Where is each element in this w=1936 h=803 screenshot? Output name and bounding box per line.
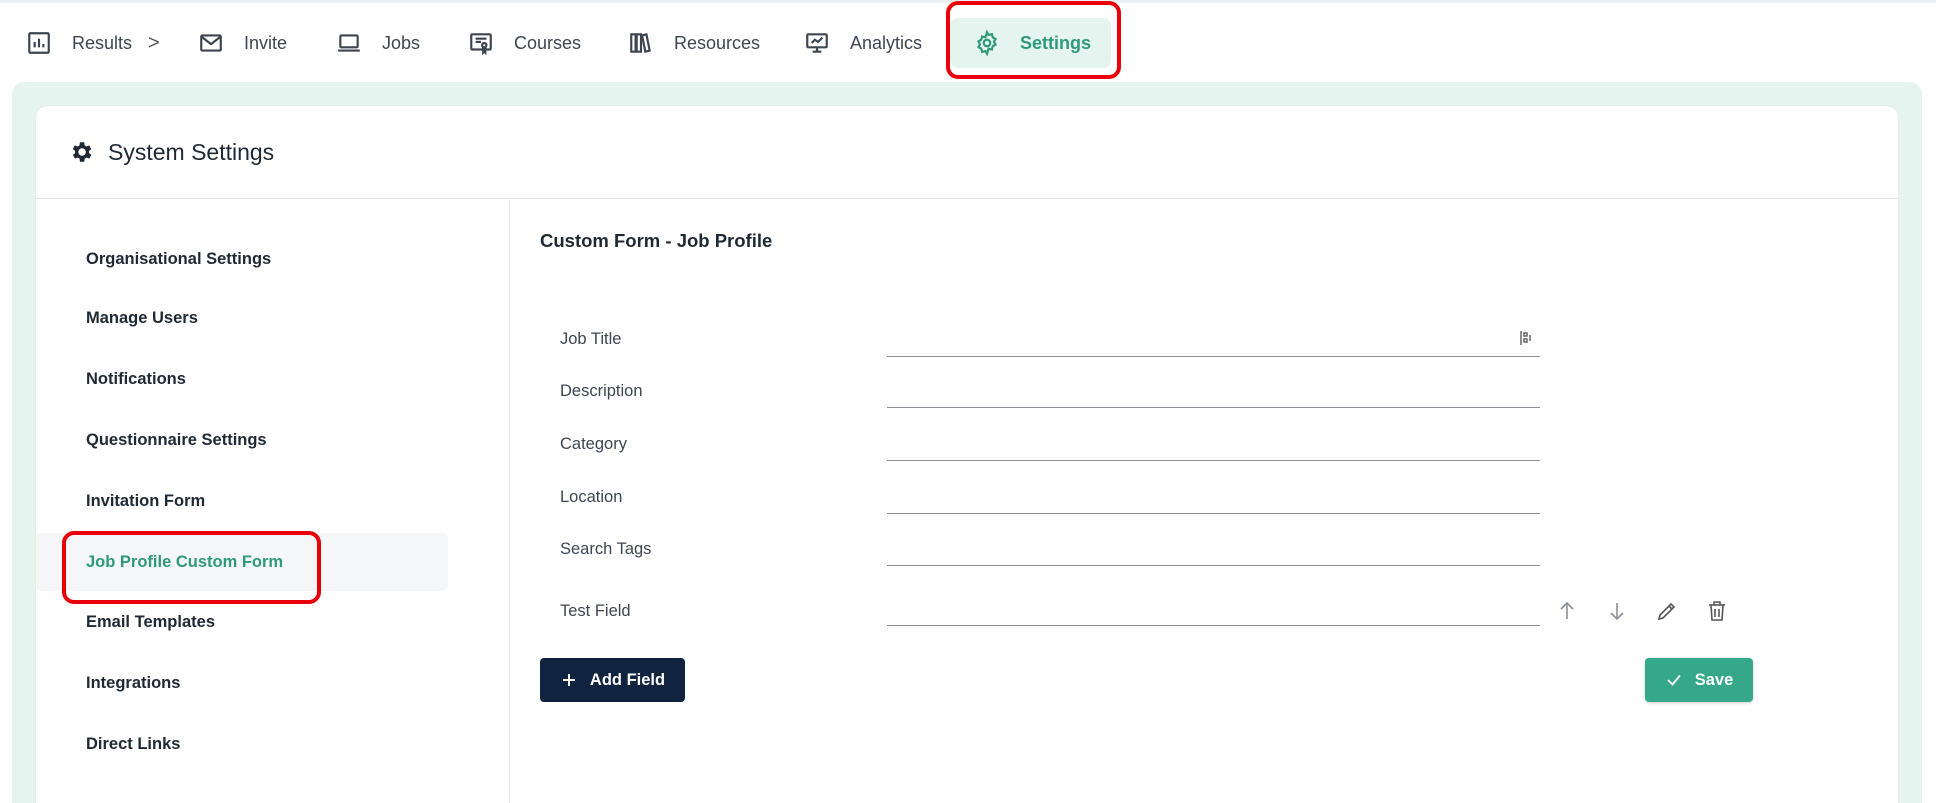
arrow-down-icon: [1610, 603, 1624, 621]
sidebar-item-label: Questionnaire Settings: [86, 430, 267, 449]
form-title: Custom Form - Job Profile: [540, 230, 773, 251]
add-field-button[interactable]: Add Field: [540, 658, 685, 702]
nav-item-resources[interactable]: Resources: [628, 18, 760, 68]
category-input[interactable]: [887, 431, 1540, 461]
settings-sidebar: Organisational Settings Manage Users Not…: [36, 200, 510, 803]
nav-item-invite[interactable]: Invite: [198, 18, 287, 68]
nav-item-jobs[interactable]: Jobs: [336, 18, 420, 68]
add-field-label: Add Field: [589, 670, 666, 689]
top-navigation: Results > Invite Jobs Courses Resources …: [0, 3, 1936, 81]
sidebar-item-invitation-form[interactable]: Invitation Form: [36, 472, 448, 530]
move-down-button[interactable]: [1602, 596, 1632, 626]
edit-field-button[interactable]: [1652, 596, 1682, 626]
certificate-icon: [470, 33, 492, 56]
job-title-input[interactable]: [887, 327, 1540, 357]
gear-icon: [976, 30, 998, 56]
nav-item-label: Courses: [514, 32, 582, 53]
sidebar-item-notifications[interactable]: Notifications: [36, 350, 448, 408]
sidebar-item-label: Integrations: [86, 673, 181, 692]
books-icon: [630, 33, 651, 53]
sidebar-item-email-templates[interactable]: Email Templates: [36, 593, 448, 651]
nav-item-courses[interactable]: Courses: [468, 18, 581, 68]
field-label-description: Description: [560, 382, 643, 400]
laptop-icon: [338, 34, 360, 52]
page-title: System Settings: [108, 138, 275, 165]
checkmark-icon: [1667, 674, 1681, 686]
sidebar-item-label: Direct Links: [86, 734, 181, 753]
mail-icon: [200, 34, 222, 52]
field-options-icon[interactable]: [1518, 328, 1534, 348]
sidebar-item-questionnaire-settings[interactable]: Questionnaire Settings: [36, 411, 448, 469]
test-field-actions: [1552, 596, 1752, 626]
nav-item-analytics[interactable]: Analytics: [804, 18, 922, 68]
nav-item-label: Resources: [674, 32, 761, 53]
field-label-location: Location: [560, 488, 623, 506]
delete-field-button[interactable]: [1702, 596, 1732, 626]
presentation-chart-icon: [806, 33, 828, 53]
location-input[interactable]: [887, 484, 1540, 514]
sidebar-item-label: Email Templates: [86, 612, 215, 631]
sidebar-item-integrations[interactable]: Integrations: [36, 654, 448, 712]
arrow-up-icon: [1560, 601, 1574, 619]
nav-item-label: Analytics: [850, 32, 923, 53]
sidebar-item-label: Manage Users: [86, 308, 198, 327]
sidebar-item-label: Invitation Form: [86, 491, 206, 510]
sidebar-item-label: Job Profile Custom Form: [86, 552, 284, 571]
pencil-icon: [1657, 602, 1676, 621]
sidebar-item-job-profile-custom-form[interactable]: Job Profile Custom Form: [36, 533, 448, 591]
nav-item-results[interactable]: Results >: [26, 18, 160, 68]
sidebar-item-organisational-settings[interactable]: Organisational Settings: [36, 230, 448, 288]
search-tags-input[interactable]: [887, 536, 1540, 566]
trash-icon: [1709, 601, 1725, 621]
test-field-input[interactable]: [887, 596, 1540, 626]
nav-item-label: Invite: [244, 32, 288, 53]
card-header: System Settings: [36, 106, 1898, 199]
save-button[interactable]: Save: [1645, 658, 1753, 702]
nav-item-label: Results: [72, 32, 133, 53]
field-label-search-tags: Search Tags: [560, 540, 652, 558]
nav-item-settings[interactable]: Settings: [950, 18, 1112, 68]
sidebar-item-direct-links[interactable]: Direct Links: [36, 715, 448, 773]
field-label-category: Category: [560, 435, 627, 453]
save-label: Save: [1694, 670, 1734, 689]
gear-icon: [72, 142, 92, 162]
plus-icon: [562, 674, 575, 686]
field-label-test-field: Test Field: [560, 602, 631, 620]
nav-item-label: Settings: [1020, 32, 1092, 53]
field-label-job-title: Job Title: [560, 330, 622, 348]
breadcrumb-separator: >: [148, 31, 160, 54]
sidebar-item-label: Organisational Settings: [86, 249, 272, 268]
bar-chart-icon: [28, 32, 50, 54]
sidebar-item-label: Notifications: [86, 369, 186, 388]
sidebar-item-manage-users[interactable]: Manage Users: [36, 289, 448, 347]
nav-item-label: Jobs: [382, 32, 421, 53]
description-input[interactable]: [887, 378, 1540, 408]
move-up-button[interactable]: [1552, 596, 1582, 626]
